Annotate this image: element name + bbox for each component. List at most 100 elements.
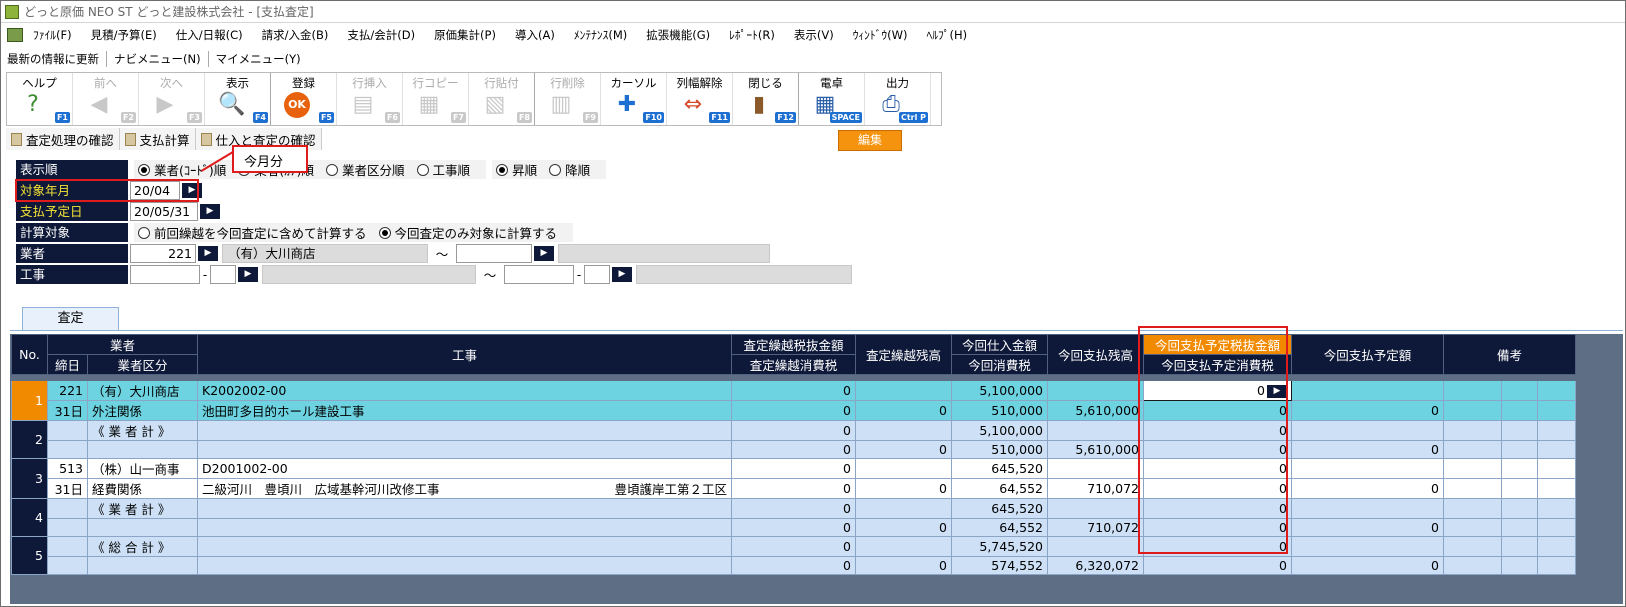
sched-amount-cell[interactable] <box>1291 458 1444 479</box>
sched-amount-cell[interactable] <box>1291 498 1444 519</box>
remarks-cell[interactable] <box>1537 380 1576 401</box>
pay-balance-cell[interactable]: 710,072 <box>1047 518 1144 537</box>
project-name-cell[interactable]: 豊頃護岸工第２工区 二級河川 豊頃川 広域基幹河川改修工事 <box>197 478 732 499</box>
carry-balance-cell[interactable] <box>855 380 952 401</box>
carry-balance-cell[interactable]: 0 <box>855 556 952 575</box>
remarks-cell[interactable] <box>1501 556 1538 575</box>
remarks-cell[interactable] <box>1537 458 1576 479</box>
carry-balance-cell[interactable]: 0 <box>855 400 952 421</box>
subtab-0[interactable]: 査定処理の確認 <box>6 128 120 150</box>
remarks-cell[interactable] <box>1501 400 1538 421</box>
remarks-cell[interactable] <box>1443 420 1502 441</box>
carry-balance-cell[interactable] <box>855 420 952 441</box>
toolbar-button-2[interactable]: 次へ ▶ F3 <box>139 73 205 125</box>
vendor-code-cell[interactable] <box>47 498 88 519</box>
vendor-name-cell[interactable]: 《 業 者 計 》 <box>87 420 198 441</box>
sched-tax-cell[interactable]: 0 <box>1143 400 1292 421</box>
remarks-cell[interactable] <box>1443 380 1502 401</box>
remarks-cell[interactable] <box>1443 400 1502 421</box>
table-row[interactable]: 31日 経費関係 豊頃護岸工第２工区 二級河川 豊頃川 広域基幹河川改修工事 0 0 64,… <box>12 478 1576 499</box>
remarks-cell[interactable] <box>1501 536 1538 557</box>
project-name-cell[interactable] <box>197 518 732 537</box>
toolbar-button-5[interactable]: 行挿入 ▤ F6 <box>337 73 403 125</box>
remarks-cell[interactable] <box>1443 458 1502 479</box>
radio-sort-asc[interactable]: 昇順 <box>496 160 537 179</box>
radio-order-project[interactable]: 工事順 <box>416 160 470 179</box>
remarks-cell[interactable] <box>1537 498 1576 519</box>
sched-tax-cell[interactable]: 0 <box>1143 478 1292 499</box>
remarks-cell[interactable] <box>1537 440 1576 459</box>
project-name-cell[interactable] <box>197 440 732 459</box>
remarks-cell[interactable] <box>1443 518 1502 537</box>
toolbar-button-13[interactable]: 出力 ⎙ Ctrl P <box>865 73 931 125</box>
sched-amount-cell[interactable] <box>1291 380 1444 401</box>
table-row[interactable]: 3 513 （株）山一商事 D2001002-00 0 645,520 0 <box>11 458 1576 499</box>
carry-net-cell[interactable]: 0 <box>731 380 856 401</box>
pay-balance-cell[interactable]: 710,072 <box>1047 478 1144 499</box>
sched-amount-cell[interactable]: 0 <box>1291 440 1444 459</box>
quick-item-0[interactable]: 最新の情報に更新 <box>7 51 107 67</box>
sched-tax-cell[interactable]: 0 <box>1143 518 1292 537</box>
sched-net-cell[interactable]: 0 <box>1143 498 1292 519</box>
remarks-cell[interactable] <box>1537 420 1576 441</box>
sched-tax-cell[interactable]: 0 <box>1143 440 1292 459</box>
vendor-class-cell[interactable]: 経費関係 <box>87 478 198 499</box>
remarks-cell[interactable] <box>1501 420 1538 441</box>
project-name-cell[interactable] <box>197 556 732 575</box>
project-code-cell[interactable]: K2002002-00 <box>197 380 732 401</box>
pay-balance-cell[interactable]: 6,320,072 <box>1047 556 1144 575</box>
sched-amount-cell[interactable]: 0 <box>1291 478 1444 499</box>
sched-net-cell[interactable]: 0 ▶ <box>1143 380 1292 401</box>
project-code-cell[interactable] <box>197 420 732 441</box>
remarks-cell[interactable] <box>1537 556 1576 575</box>
menu-item-0[interactable]: ﾌｧｲﾙ(F) <box>33 27 72 43</box>
app-menu-icon[interactable] <box>7 28 23 42</box>
remarks-cell[interactable] <box>1443 536 1502 557</box>
vendor-class-cell[interactable] <box>87 518 198 537</box>
close-day-cell[interactable]: 31日 <box>47 478 88 499</box>
vendor-code-cell[interactable]: 221 <box>47 380 88 401</box>
carry-net-cell[interactable]: 0 <box>731 458 856 479</box>
pay-balance-cell[interactable]: 5,610,000 <box>1047 440 1144 459</box>
radio-calc-current-only[interactable]: 今回査定のみ対象に計算する <box>378 223 557 242</box>
remarks-cell[interactable] <box>1501 498 1538 519</box>
project-from-branch-field[interactable] <box>210 265 236 284</box>
project-from-picker-button[interactable]: ▶ <box>238 267 258 282</box>
project-name-cell[interactable]: 池田町多目的ホール建設工事 <box>197 400 732 421</box>
remarks-cell[interactable] <box>1537 518 1576 537</box>
project-code-cell[interactable] <box>197 498 732 519</box>
remarks-cell[interactable] <box>1537 400 1576 421</box>
toolbar-button-6[interactable]: 行コピー ▦ F7 <box>403 73 469 125</box>
table-row[interactable]: 2 《 業 者 計 》 0 5,100,000 0 <box>11 420 1576 459</box>
toolbar-button-3[interactable]: 表示 🔍 F4 <box>205 73 271 125</box>
menu-item-10[interactable]: 表示(V) <box>794 27 834 43</box>
toolbar-button-0[interactable]: ヘルプ? F1 <box>7 73 73 125</box>
carry-balance-cell[interactable]: 0 <box>855 440 952 459</box>
purchase-tax-cell[interactable]: 510,000 <box>951 440 1048 459</box>
tab-assessment[interactable]: 査定 <box>22 307 119 331</box>
vendor-to-field[interactable] <box>456 244 532 263</box>
toolbar-button-12[interactable]: 電卓 ▦ SPACE <box>799 73 865 125</box>
remarks-cell[interactable] <box>1443 556 1502 575</box>
remarks-cell[interactable] <box>1501 380 1538 401</box>
sched-amount-cell[interactable] <box>1291 536 1444 557</box>
carry-net-cell[interactable]: 0 <box>731 420 856 441</box>
toolbar-button-7[interactable]: 行貼付 ▧ F8 <box>469 73 535 125</box>
vendor-code-cell[interactable]: 513 <box>47 458 88 479</box>
menu-item-7[interactable]: ﾒﾝﾃﾅﾝｽ(M) <box>574 27 627 43</box>
remarks-cell[interactable] <box>1443 478 1502 499</box>
table-row[interactable]: 0 0 574,552 6,320,072 0 0 <box>12 556 1576 575</box>
purchase-amount-cell[interactable]: 5,100,000 <box>951 420 1048 441</box>
subtab-1[interactable]: 支払計算 <box>119 128 196 150</box>
remarks-cell[interactable] <box>1501 440 1538 459</box>
carry-tax-cell[interactable]: 0 <box>731 440 856 459</box>
menu-item-12[interactable]: ﾍﾙﾌﾟ(H) <box>927 27 968 43</box>
carry-tax-cell[interactable]: 0 <box>731 556 856 575</box>
pay-balance-cell[interactable] <box>1047 380 1144 401</box>
menu-item-6[interactable]: 導入(A) <box>515 27 555 43</box>
pay-balance-cell[interactable] <box>1047 420 1144 441</box>
menu-item-1[interactable]: 見積/予算(E) <box>91 27 157 43</box>
sched-net-picker-button[interactable]: ▶ <box>1267 385 1287 398</box>
purchase-tax-cell[interactable]: 574,552 <box>951 556 1048 575</box>
toolbar-button-9[interactable]: カーソル ✚ F10 <box>601 73 667 125</box>
